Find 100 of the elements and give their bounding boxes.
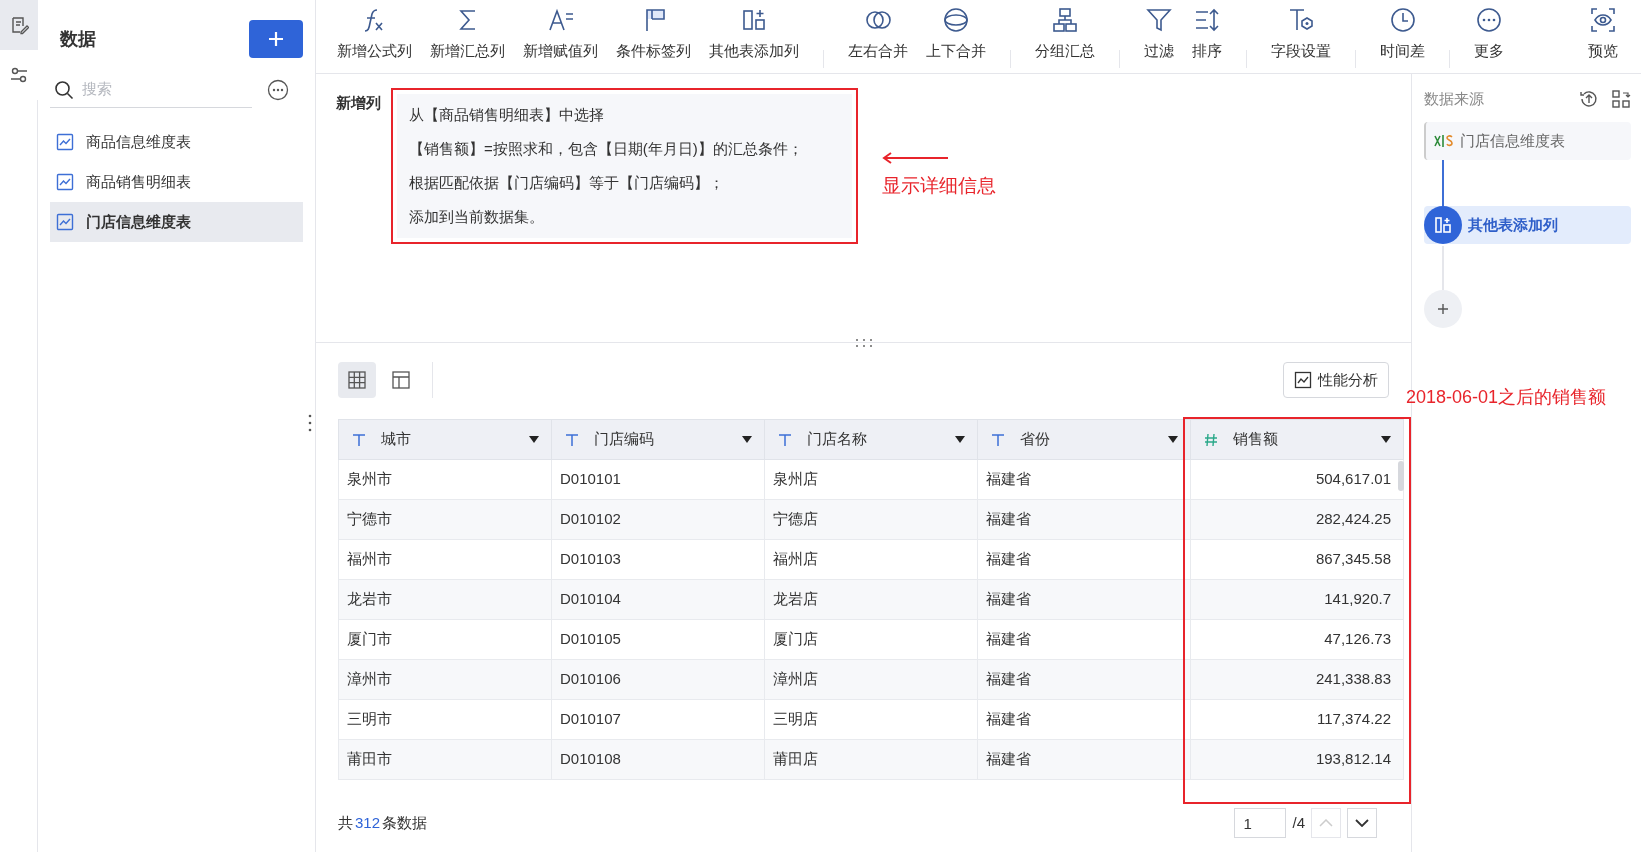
spreadsheet-icon [1434,134,1454,148]
clock-icon [1388,6,1417,34]
column-header[interactable]: 门店编码 [551,419,765,460]
table-cell: D010106 [551,659,765,700]
dropdown-caret-icon [955,436,965,443]
table-cell: 泉州店 [764,459,978,500]
dropdown-caret-icon [1381,436,1391,443]
toolbar-button[interactable]: 上下合并 [917,6,995,63]
table-cell: 117,374.22 [1190,699,1404,740]
column-header[interactable]: 门店名称 [764,419,978,460]
toolbar-button[interactable]: 新增赋值列 [514,6,607,63]
drag-handle-icon[interactable] [308,414,312,432]
table-cell: 福州店 [764,539,978,580]
table-cell: 福建省 [977,739,1191,780]
table-cell: 福建省 [977,499,1191,540]
toolbar-button[interactable]: 更多 [1465,6,1513,63]
toolbar-button[interactable]: 新增汇总列 [421,6,514,63]
resize-handle-icon[interactable] [854,338,874,348]
column-header[interactable]: 省份 [977,419,1191,460]
chart-file-icon [56,173,74,191]
table-cell: D010107 [551,699,765,740]
flow-step[interactable]: 其他表添加列 [1424,206,1631,244]
table-cell: 莆田店 [764,739,978,780]
page-total: /4 [1292,812,1305,833]
table-cell: 龙岩市 [338,579,552,620]
panel-title: 数据来源 [1424,88,1484,109]
add-button[interactable] [249,20,303,58]
grid-view-button[interactable] [338,362,376,398]
column-header[interactable]: 销售额 [1190,419,1404,460]
sidebar-item[interactable]: 商品信息维度表 [50,122,303,162]
more-icon [1475,6,1503,34]
toolbar-button[interactable]: 预览 [1579,6,1627,63]
table-cell: 宁德店 [764,499,978,540]
toolbar-button[interactable]: 时间差 [1371,6,1434,63]
scrollbar-thumb[interactable] [1398,461,1404,491]
add-step-button[interactable] [1424,290,1462,328]
text-type-icon [990,431,1006,448]
eye-icon [1589,6,1617,34]
toolbar-button[interactable]: 条件标签列 [607,6,700,63]
table-cell: 宁德市 [338,499,552,540]
column-header[interactable]: 城市 [338,419,552,460]
toolbar-button[interactable]: 过滤 [1135,6,1183,63]
toolbar-button[interactable]: 分组汇总 [1026,6,1104,63]
annotation-text: 显示详细信息 [882,174,996,198]
search-field[interactable]: 搜索 [82,78,232,101]
table-cell: 漳州市 [338,659,552,700]
text-type-icon [564,431,580,448]
sidebar-item[interactable]: 商品销售明细表 [50,162,303,202]
text-type-icon [351,431,367,448]
data-prep-tab[interactable] [0,0,38,50]
swap-layout-icon[interactable] [1611,89,1631,109]
layout-icon [391,370,411,390]
table-cell: 三明店 [764,699,978,740]
page-input[interactable]: 1 [1234,808,1287,838]
more-icon[interactable] [267,79,289,101]
table-cell: 141,920.7 [1190,579,1404,620]
table-cell: D010108 [551,739,765,780]
toolbar-button[interactable]: 字段设置 [1262,6,1340,63]
table-cell: 282,424.25 [1190,499,1404,540]
table-cell: 漳州店 [764,659,978,700]
table-cell: 泉州市 [338,459,552,500]
sort-icon [1193,6,1221,34]
table-cell: 福建省 [977,659,1191,700]
chart-file-icon [56,133,74,151]
annotation-arrow [882,152,948,164]
flow-step[interactable]: 门店信息维度表 [1424,122,1631,160]
toolbar-button[interactable]: 左右合并 [839,6,917,63]
performance-analysis-button[interactable]: 性能分析 [1283,362,1389,398]
table-cell: 三明市 [338,699,552,740]
details-line: 添加到当前数据集。 [409,207,545,227]
plus-icon [267,30,285,48]
dropdown-caret-icon [742,436,752,443]
details-line: 【销售额】=按照求和，包含【日期(年月日)】的汇总条件； [409,139,804,159]
table-cell: 福建省 [977,459,1191,500]
add-column-step-icon [1424,206,1462,244]
number-type-icon [1203,431,1219,448]
sidebar-title: 数据 [60,27,96,51]
table-cell: D010103 [551,539,765,580]
toolbar-button[interactable]: 排序 [1183,6,1231,63]
table-cell: 福建省 [977,619,1191,660]
table-cell: D010104 [551,579,765,620]
toolbar-button[interactable]: 新增公式列 [328,6,421,63]
toolbar-button[interactable]: 其他表添加列 [700,6,808,63]
table-cell: 福州市 [338,539,552,580]
table-cell: 福建省 [977,699,1191,740]
table-cell: 241,338.83 [1190,659,1404,700]
sliders-icon [8,65,29,85]
table-cell: 厦门店 [764,619,978,660]
next-page-button[interactable] [1347,808,1377,838]
history-icon[interactable] [1579,89,1599,109]
annotation-text: 2018-06-01之后的销售额 [1406,386,1607,409]
chart-file-icon [56,213,74,231]
details-label: 新增列 [336,93,381,113]
plus-icon [1437,303,1449,315]
table-cell: D010102 [551,499,765,540]
table-cell: 47,126.73 [1190,619,1404,660]
details-line: 从【商品销售明细表】中选择 [409,105,605,125]
chart-icon [1294,371,1312,389]
chevron-down-icon [1355,819,1369,827]
sidebar-item[interactable]: 门店信息维度表 [50,202,303,242]
